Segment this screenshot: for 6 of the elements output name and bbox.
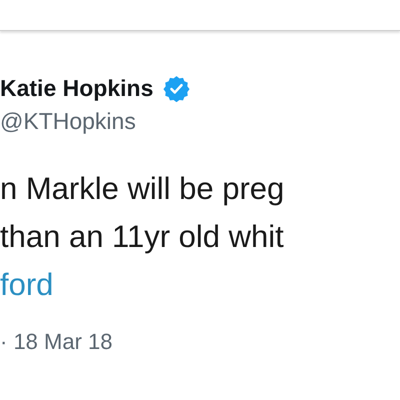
author-name: Katie Hopkins <box>0 74 154 102</box>
author-handle: @KTHopkins <box>0 108 137 135</box>
tweet-date: · 18 Mar 18 <box>0 329 114 355</box>
tweet-link[interactable]: ford <box>0 261 400 309</box>
tweet-text: n Markle will be preg <box>0 170 286 208</box>
tweet-text: than an 11yr old whit <box>0 218 285 256</box>
